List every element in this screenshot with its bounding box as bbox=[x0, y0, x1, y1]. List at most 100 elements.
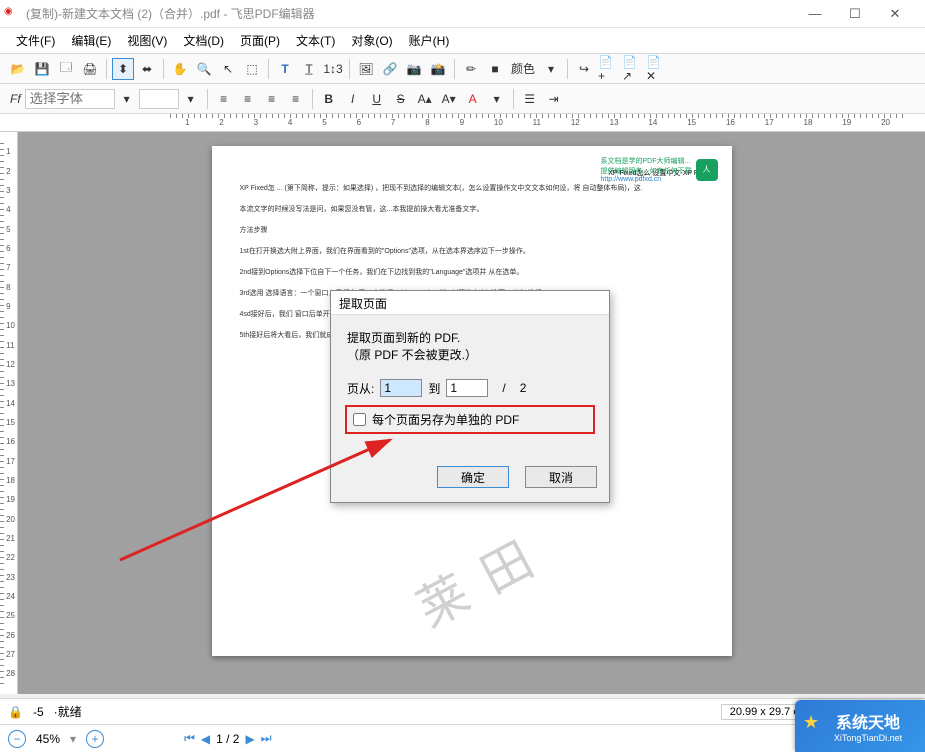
menu-document[interactable]: 文档(D) bbox=[175, 32, 232, 49]
menu-page[interactable]: 页面(P) bbox=[232, 32, 288, 49]
dialog-title: 提取页面 bbox=[331, 291, 609, 315]
align-center-icon[interactable]: ≡ bbox=[237, 88, 259, 110]
cancel-button[interactable]: 取消 bbox=[525, 466, 597, 488]
align-left-icon[interactable]: ≡ bbox=[213, 88, 235, 110]
textcolor-dropdown-icon[interactable]: ▾ bbox=[486, 88, 508, 110]
extract-page-icon[interactable]: 📄↗ bbox=[621, 58, 643, 80]
page-fit-icon[interactable]: ⬍ bbox=[112, 58, 134, 80]
strike-icon[interactable]: S bbox=[390, 88, 412, 110]
next-page-button[interactable]: ▶ bbox=[245, 732, 254, 746]
watermark-line2: XiTongTianDi.net bbox=[834, 733, 902, 743]
select-icon[interactable]: ⬚ bbox=[241, 58, 263, 80]
separator bbox=[268, 59, 269, 79]
open-icon[interactable]: 📂 bbox=[7, 58, 29, 80]
vertical-ruler: 1234567891011121314151617181920212223242… bbox=[0, 132, 18, 694]
close-button[interactable]: ✕ bbox=[881, 6, 909, 22]
header-stamp: 系文档是学的PDF大师编辑... 提供编辑服务，如有任何下载 http://ww… bbox=[601, 156, 718, 183]
bold-icon[interactable]: B bbox=[318, 88, 340, 110]
align-right-icon[interactable]: ≡ bbox=[261, 88, 283, 110]
separator bbox=[312, 89, 313, 109]
separate-pdf-checkbox[interactable] bbox=[353, 413, 366, 426]
font-dropdown-icon[interactable]: ▾ bbox=[116, 88, 138, 110]
zoom-icon[interactable]: 🔍 bbox=[193, 58, 215, 80]
text-edit-icon[interactable]: T̲ bbox=[298, 58, 320, 80]
star-icon: ★ bbox=[803, 712, 819, 733]
link-icon[interactable]: 🔗 bbox=[379, 58, 401, 80]
text-tool-icon[interactable]: T bbox=[274, 58, 296, 80]
italic-icon[interactable]: I bbox=[342, 88, 364, 110]
superscript-icon[interactable]: A▴ bbox=[414, 88, 436, 110]
maximize-button[interactable]: ☐ bbox=[841, 6, 869, 22]
indent-icon[interactable]: ⇥ bbox=[543, 88, 565, 110]
zoombar: − 45% ▾ + ⏮ ◀ 1 / 2 ▶ ⏭ bbox=[0, 724, 925, 752]
titlebar: ◉ (复制)-新建文本文档 (2)（合并）.pdf - 飞思PDF编辑器 — ☐… bbox=[0, 0, 925, 28]
camera-icon[interactable]: 📸 bbox=[427, 58, 449, 80]
font-prefix: Ff bbox=[10, 92, 21, 106]
list-icon[interactable]: ☰ bbox=[519, 88, 541, 110]
export-icon[interactable]: ↪ bbox=[573, 58, 595, 80]
menubar: 文件(F) 编辑(E) 视图(V) 文档(D) 页面(P) 文本(T) 对象(O… bbox=[0, 28, 925, 54]
minimize-button[interactable]: — bbox=[801, 6, 829, 22]
watermark-line1: 系统天地 bbox=[836, 709, 900, 733]
page-from-input[interactable] bbox=[380, 379, 422, 397]
page-to-input[interactable] bbox=[446, 379, 488, 397]
main-toolbar: 📂 💾 🗔 🖨 ⬍ ⬌ ✋ 🔍 ↖ ⬚ T T̲ 1↕3 🖼 🔗 📷 📸 ✏ ■… bbox=[0, 54, 925, 84]
page-to-label: 到 bbox=[428, 380, 440, 397]
delete-page-icon[interactable]: 📄✕ bbox=[645, 58, 667, 80]
saveas-icon[interactable]: 🗔 bbox=[55, 58, 77, 80]
zoom-value: 45% bbox=[36, 732, 60, 746]
stamp-line1: 系文档是学的PDF大师编辑... bbox=[601, 156, 692, 166]
color-swatch-icon[interactable]: ■ bbox=[484, 58, 506, 80]
menu-object[interactable]: 对象(O) bbox=[343, 32, 400, 49]
separate-pdf-label: 每个页面另存为单独的 PDF bbox=[372, 411, 519, 428]
subscript-icon[interactable]: A▾ bbox=[438, 88, 460, 110]
image-tool-icon[interactable]: 🖼 bbox=[355, 58, 377, 80]
color-dropdown-icon[interactable]: ▾ bbox=[540, 58, 562, 80]
text-color-icon[interactable]: A bbox=[462, 88, 484, 110]
zoom-out-button[interactable]: − bbox=[8, 730, 26, 748]
add-page-icon[interactable]: 📄+ bbox=[597, 58, 619, 80]
page-width-icon[interactable]: ⬌ bbox=[136, 58, 158, 80]
prev-page-button[interactable]: ◀ bbox=[201, 732, 210, 746]
dialog-subtitle2: （原 PDF 不会被更改.） bbox=[347, 346, 593, 363]
font-size-input[interactable] bbox=[139, 89, 179, 109]
underline-icon[interactable]: U bbox=[366, 88, 388, 110]
save-icon[interactable]: 💾 bbox=[31, 58, 53, 80]
lock-icon: 🔒 bbox=[8, 705, 23, 719]
status-ready: ·就绪 bbox=[54, 703, 82, 720]
page-total: 2 bbox=[520, 381, 527, 395]
window-title: (复制)-新建文本文档 (2)（合并）.pdf - 飞思PDF编辑器 bbox=[26, 5, 801, 22]
slash-label: / bbox=[502, 381, 505, 395]
fontsize-dropdown-icon[interactable]: ▾ bbox=[180, 88, 202, 110]
last-page-button[interactable]: ⏭ bbox=[261, 731, 272, 746]
page-navigation: ⏮ ◀ 1 / 2 ▶ ⏭ bbox=[184, 731, 271, 746]
separator bbox=[106, 59, 107, 79]
hand-icon[interactable]: ✋ bbox=[169, 58, 191, 80]
first-page-button[interactable]: ⏮ bbox=[184, 731, 195, 746]
page-indicator[interactable]: 1 / 2 bbox=[216, 732, 239, 746]
snapshot-icon[interactable]: 📷 bbox=[403, 58, 425, 80]
pointer-icon[interactable]: ↖ bbox=[217, 58, 239, 80]
highlighted-option: 每个页面另存为单独的 PDF bbox=[345, 405, 595, 434]
separator bbox=[349, 59, 350, 79]
status-doc-indicator: -5 bbox=[33, 705, 44, 719]
eyedropper-icon[interactable]: ✏ bbox=[460, 58, 482, 80]
app-icon: ◉ bbox=[4, 6, 20, 22]
font-select[interactable] bbox=[25, 89, 115, 109]
menu-view[interactable]: 视图(V) bbox=[119, 32, 175, 49]
print-icon[interactable]: 🖨 bbox=[79, 58, 101, 80]
color-label: 颜色 bbox=[511, 60, 535, 77]
menu-account[interactable]: 账户(H) bbox=[401, 32, 458, 49]
separator bbox=[163, 59, 164, 79]
menu-text[interactable]: 文本(T) bbox=[288, 32, 343, 49]
line-spacing-icon[interactable]: 1↕3 bbox=[322, 58, 344, 80]
zoom-in-button[interactable]: + bbox=[86, 730, 104, 748]
separator bbox=[207, 89, 208, 109]
menu-edit[interactable]: 编辑(E) bbox=[63, 32, 119, 49]
ok-button[interactable]: 确定 bbox=[437, 466, 509, 488]
statusbar: 🔒 -5 ·就绪 20.99 x 29.7 cm 预览 bbox=[0, 698, 925, 724]
align-justify-icon[interactable]: ≡ bbox=[285, 88, 307, 110]
page-watermark: 莱 田 bbox=[402, 519, 547, 642]
format-toolbar: Ff ▾ ▾ ≡ ≡ ≡ ≡ B I U S A▴ A▾ A ▾ ☰ ⇥ bbox=[0, 84, 925, 114]
menu-file[interactable]: 文件(F) bbox=[8, 32, 63, 49]
